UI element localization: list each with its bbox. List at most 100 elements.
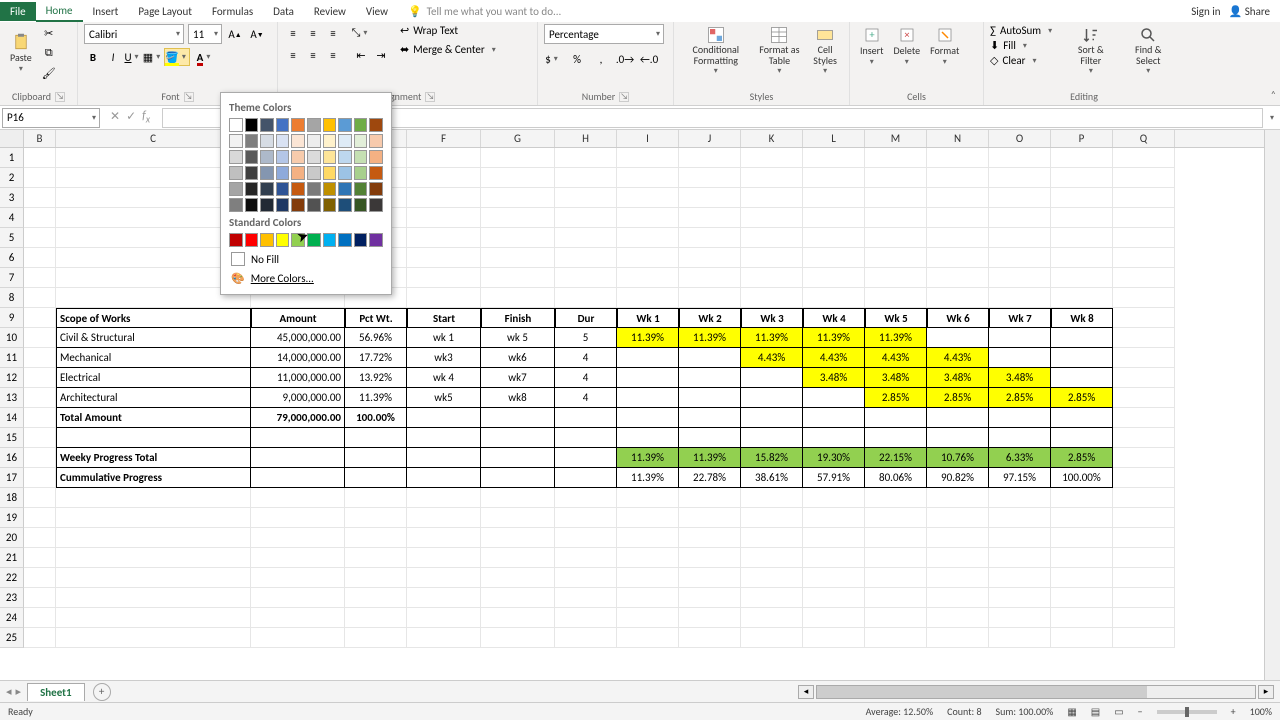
cell[interactable] [927, 488, 989, 508]
row-header-24[interactable]: 24 [0, 608, 24, 628]
hscroll-right[interactable]: ▸ [1258, 685, 1274, 699]
name-box[interactable]: P16▾ [2, 108, 100, 128]
cell[interactable] [555, 568, 617, 588]
color-swatch[interactable] [307, 182, 321, 196]
cell[interactable]: 11.39% [679, 448, 741, 468]
cell[interactable] [1051, 608, 1113, 628]
color-swatch[interactable] [229, 182, 243, 196]
italic-button[interactable]: I [104, 48, 122, 66]
cell[interactable] [555, 588, 617, 608]
cell[interactable] [617, 208, 679, 228]
cell[interactable] [555, 248, 617, 268]
cell[interactable] [865, 168, 927, 188]
cell[interactable] [407, 208, 481, 228]
decrease-decimal-button[interactable]: ←.0 [640, 50, 658, 68]
cell[interactable] [407, 288, 481, 308]
cell[interactable] [1113, 308, 1175, 328]
color-swatch[interactable] [245, 134, 259, 148]
color-swatch[interactable] [260, 182, 274, 196]
cell[interactable] [927, 248, 989, 268]
cell[interactable] [555, 628, 617, 648]
color-swatch[interactable] [323, 118, 337, 132]
color-swatch[interactable] [245, 150, 259, 164]
color-swatch[interactable] [354, 233, 368, 247]
cell[interactable] [1051, 628, 1113, 648]
cell[interactable] [407, 548, 481, 568]
format-cells-button[interactable]: Format▾ [926, 24, 963, 69]
cell[interactable] [24, 288, 56, 308]
cell[interactable] [1051, 328, 1113, 348]
cell[interactable] [555, 208, 617, 228]
cell[interactable] [617, 268, 679, 288]
cell[interactable] [1113, 148, 1175, 168]
cell[interactable]: Wk 4 [803, 308, 865, 328]
cell[interactable] [407, 268, 481, 288]
hscroll-left[interactable]: ◂ [798, 685, 814, 699]
color-swatch[interactable] [323, 134, 337, 148]
row-header-9[interactable]: 9 [0, 308, 24, 328]
cell[interactable] [345, 568, 407, 588]
font-dialog-launcher[interactable]: ↘ [184, 92, 194, 102]
cell[interactable] [803, 568, 865, 588]
cell[interactable]: 3.48% [927, 368, 989, 388]
column-header-B[interactable]: B [24, 130, 56, 147]
cell[interactable]: wk6 [481, 348, 555, 368]
row-header-16[interactable]: 16 [0, 448, 24, 468]
cell[interactable] [481, 228, 555, 248]
cell[interactable]: wk7 [481, 368, 555, 388]
cell[interactable]: 11.39% [741, 328, 803, 348]
color-swatch[interactable] [245, 198, 259, 212]
cell[interactable]: 4.43% [803, 348, 865, 368]
cell[interactable] [741, 288, 803, 308]
cell[interactable] [481, 468, 555, 488]
cell[interactable] [251, 488, 345, 508]
cell[interactable] [803, 268, 865, 288]
cell[interactable]: 19.30% [803, 448, 865, 468]
cell[interactable] [741, 208, 803, 228]
cell[interactable] [989, 248, 1051, 268]
cell[interactable] [989, 508, 1051, 528]
cell[interactable] [741, 488, 803, 508]
color-swatch[interactable] [338, 166, 352, 180]
cell[interactable] [24, 528, 56, 548]
cell[interactable] [989, 568, 1051, 588]
cell[interactable] [803, 548, 865, 568]
cell[interactable] [679, 248, 741, 268]
cell[interactable] [481, 288, 555, 308]
color-swatch[interactable] [245, 118, 259, 132]
cell[interactable] [1113, 348, 1175, 368]
cell[interactable] [345, 608, 407, 628]
color-swatch[interactable] [354, 166, 368, 180]
cell[interactable] [617, 488, 679, 508]
cell[interactable] [865, 208, 927, 228]
view-normal-button[interactable]: ▦ [1067, 705, 1076, 718]
cell[interactable]: 100.00% [345, 408, 407, 428]
cell[interactable] [407, 188, 481, 208]
row-header-4[interactable]: 4 [0, 208, 24, 228]
accounting-format-button[interactable]: $▾ [544, 50, 562, 68]
row-header-23[interactable]: 23 [0, 588, 24, 608]
cell[interactable] [989, 408, 1051, 428]
color-swatch[interactable] [276, 182, 290, 196]
format-painter-button[interactable]: 🖌 [40, 64, 58, 82]
cell[interactable] [251, 568, 345, 588]
align-bottom-button[interactable]: ≡ [324, 24, 342, 42]
cell[interactable] [481, 408, 555, 428]
cell[interactable]: Wk 3 [741, 308, 803, 328]
cell[interactable] [1051, 368, 1113, 388]
cell[interactable] [1113, 408, 1175, 428]
cell[interactable] [679, 188, 741, 208]
cell[interactable] [345, 628, 407, 648]
cell[interactable] [617, 428, 679, 448]
cell[interactable] [24, 448, 56, 468]
cell[interactable] [555, 228, 617, 248]
cell[interactable] [24, 568, 56, 588]
cell[interactable] [1051, 148, 1113, 168]
zoom-slider[interactable] [1157, 710, 1217, 714]
cell[interactable]: Scope of Works [56, 308, 251, 328]
cell[interactable]: Total Amount [56, 408, 251, 428]
column-header-F[interactable]: F [407, 130, 481, 147]
cell[interactable] [679, 628, 741, 648]
cell[interactable]: 11.39% [345, 388, 407, 408]
wrap-text-button[interactable]: ↩Wrap Text [400, 24, 499, 37]
